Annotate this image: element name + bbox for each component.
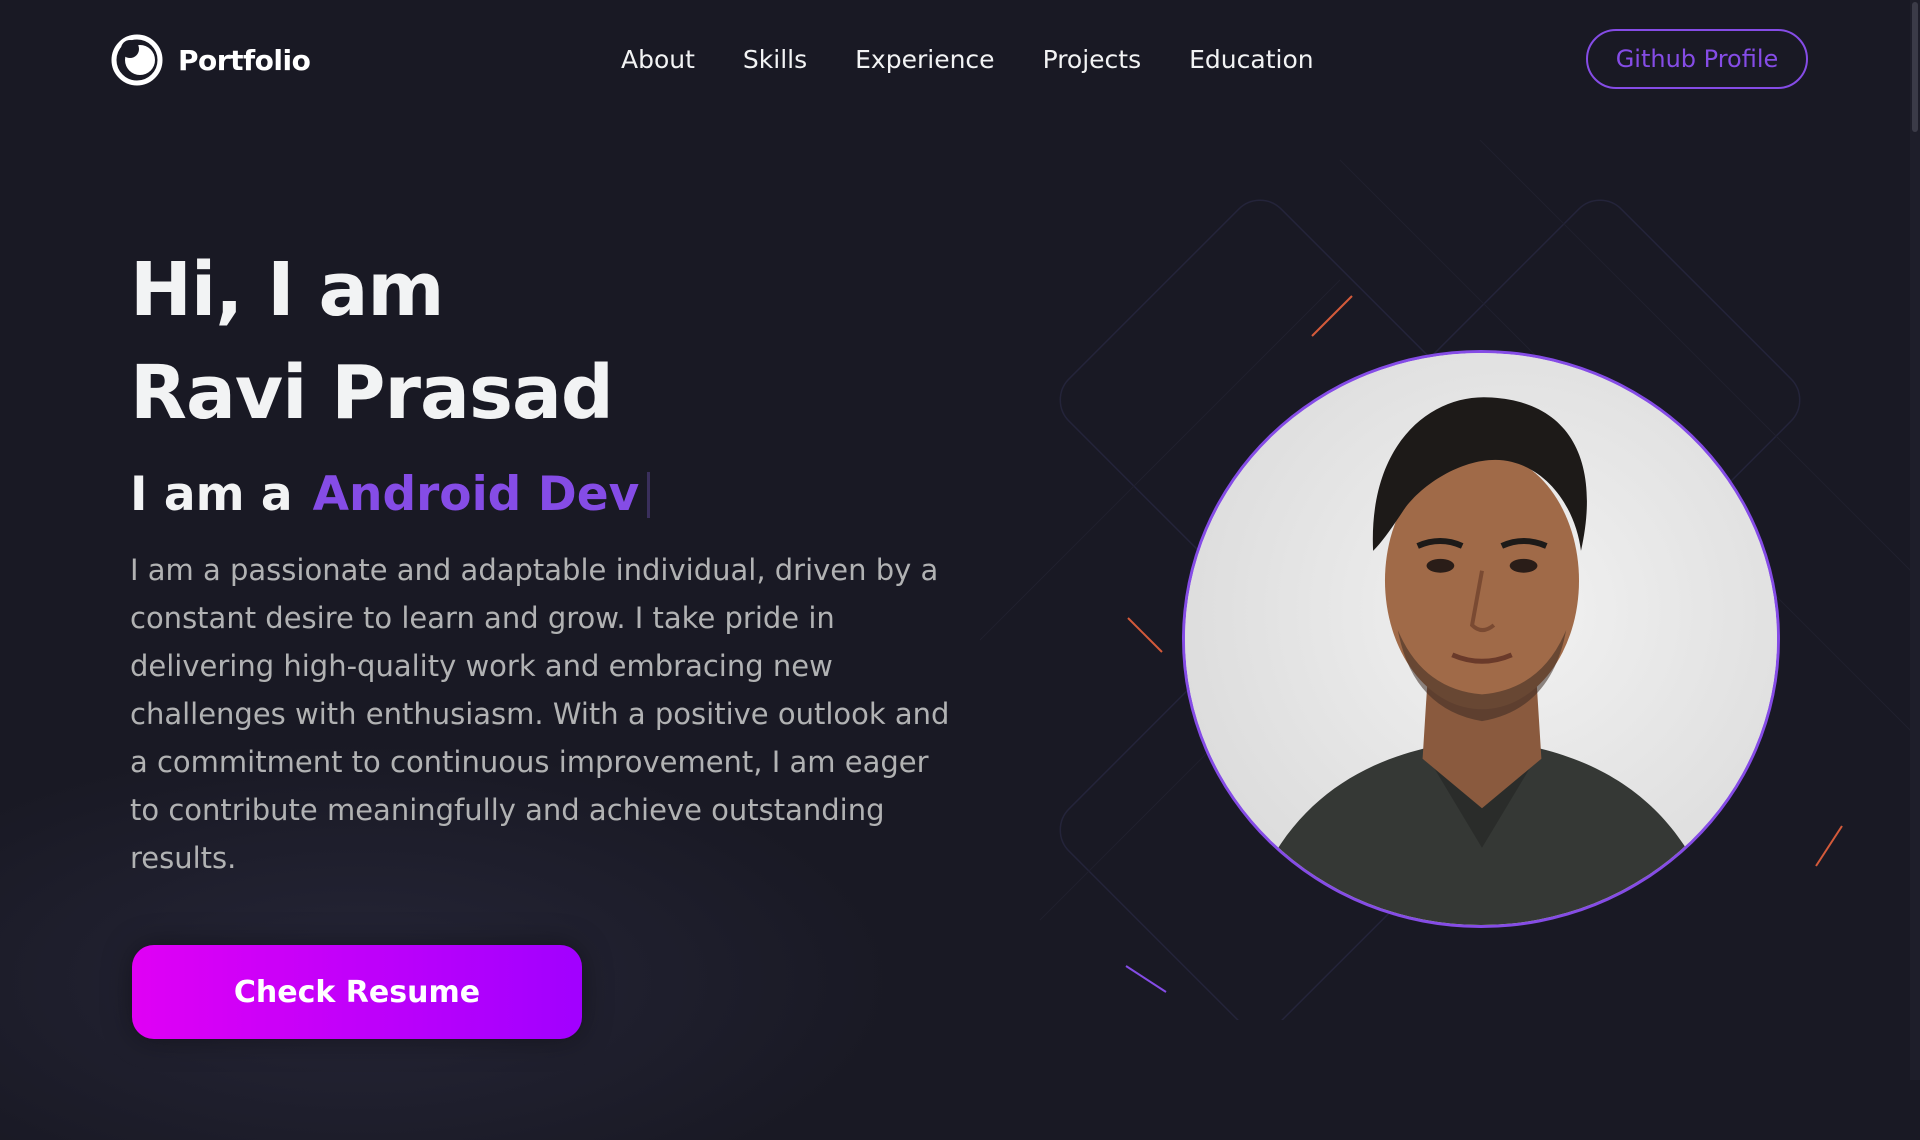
hero-description: I am a passionate and adaptable individu… xyxy=(130,553,950,875)
github-profile-button[interactable]: Github Profile xyxy=(1586,29,1808,89)
typewriter-cursor xyxy=(647,472,651,518)
check-resume-button[interactable]: Check Resume xyxy=(132,945,582,1039)
navbar: Portfolio About Skills Experience Projec… xyxy=(0,0,1920,120)
nav-link-projects[interactable]: Projects xyxy=(1043,40,1142,80)
hero-role: I am a Android Dev xyxy=(130,465,651,525)
nav-link-education[interactable]: Education xyxy=(1189,40,1313,80)
hero-greeting: Hi, I am xyxy=(130,247,445,333)
nav-links: About Skills Experience Projects Educati… xyxy=(621,40,1314,80)
profile-photo xyxy=(1182,350,1780,928)
hero-name: Ravi Prasad xyxy=(130,350,614,436)
scrollbar-thumb[interactable] xyxy=(1912,2,1918,132)
logo-text: Portfolio xyxy=(178,43,311,77)
logo[interactable]: Portfolio xyxy=(110,33,311,87)
profile-photo-image xyxy=(1185,353,1777,925)
nav-link-experience[interactable]: Experience xyxy=(855,40,994,80)
role-typewriter: Android Dev xyxy=(312,467,640,522)
nav-link-about[interactable]: About xyxy=(621,40,695,80)
logo-circle-icon xyxy=(111,34,163,86)
nav-link-skills[interactable]: Skills xyxy=(743,40,807,80)
role-prefix: I am a xyxy=(130,467,293,522)
page-scrollbar[interactable] xyxy=(1910,0,1920,1080)
